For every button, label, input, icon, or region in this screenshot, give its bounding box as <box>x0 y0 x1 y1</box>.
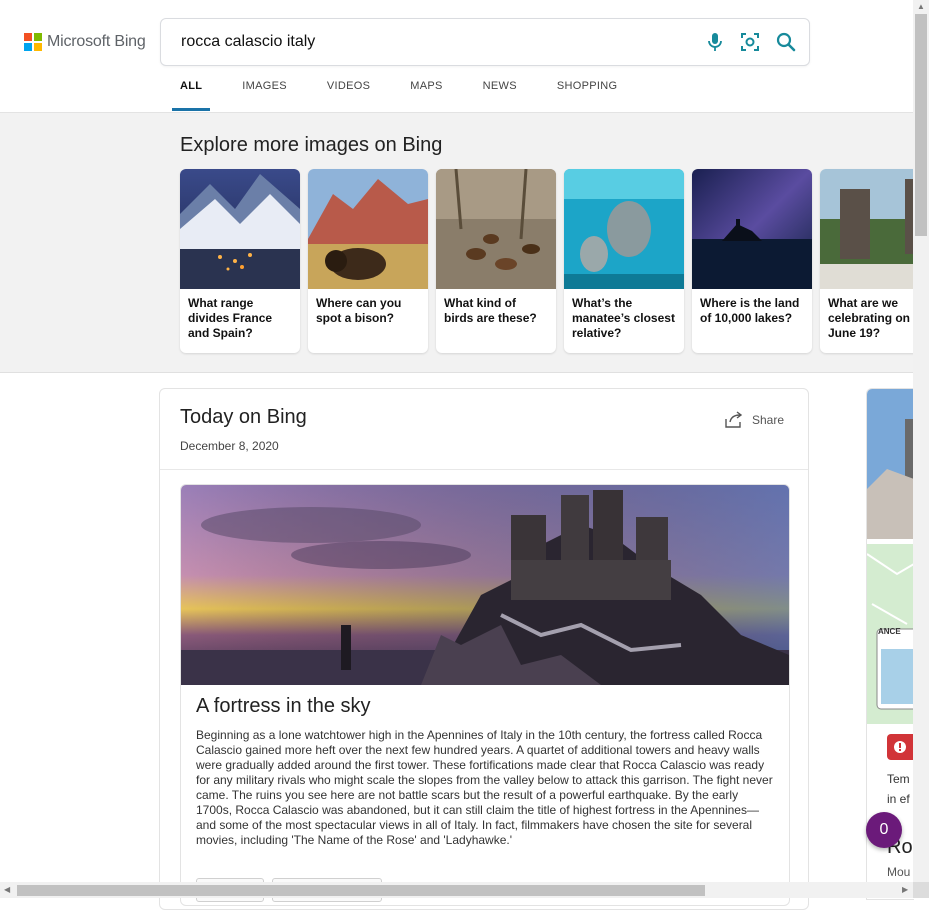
explore-card-label: Where can you spot a bison? <box>316 296 402 325</box>
mountain-village-image <box>180 169 300 289</box>
horizontal-scroll-thumb[interactable] <box>17 885 705 896</box>
search-input[interactable] <box>181 31 681 53</box>
alert-text: Tem <box>887 772 910 786</box>
explore-title: Explore more images on Bing <box>180 134 443 156</box>
logo-text: Microsoft Bing <box>47 33 146 50</box>
explore-card-label: What are we celebrating on June 19? <box>828 296 911 340</box>
share-icon <box>725 411 743 428</box>
scroll-up-icon[interactable]: ▲ <box>917 2 925 11</box>
bison-image <box>308 169 428 289</box>
today-on-bing-card: Today on Bing December 8, 2020 Share A f… <box>159 388 809 910</box>
map-label: ANCE <box>878 627 901 636</box>
tab-videos[interactable]: VIDEOS <box>327 80 370 110</box>
alert-text: in ef <box>887 792 910 806</box>
today-date: December 8, 2020 <box>180 439 279 453</box>
tab-images[interactable]: IMAGES <box>242 80 287 110</box>
explore-card[interactable]: What are we celebrating on June 19? <box>820 169 913 353</box>
share-button[interactable]: Share <box>724 411 784 429</box>
explore-card-label: Where is the land of 10,000 lakes? <box>700 296 800 325</box>
vertical-scroll-thumb[interactable] <box>915 14 927 236</box>
search-icon[interactable] <box>774 30 798 54</box>
vertical-scrollbar[interactable]: ▲ <box>913 0 929 882</box>
explore-card[interactable]: What range divides France and Spain? <box>180 169 300 353</box>
explore-section: Explore more images on Bing What range d… <box>0 113 913 373</box>
rocca-calascio-photo <box>181 485 789 685</box>
divider <box>160 469 808 470</box>
search-box <box>160 18 810 66</box>
article-body: Beginning as a lone watchtower high in t… <box>196 728 773 847</box>
horizontal-scrollbar[interactable]: ◀ ▶ <box>0 882 913 898</box>
alert-badge <box>887 734 913 760</box>
explore-card[interactable]: Where is the land of 10,000 lakes? <box>692 169 812 353</box>
explore-card[interactable]: What kind of birds are these? <box>436 169 556 353</box>
tab-all[interactable]: ALL <box>171 80 211 111</box>
header: Microsoft Bing ALL IMAGES VIDEOS <box>0 0 913 113</box>
share-label: Share <box>751 413 784 427</box>
today-title: Today on Bing <box>180 406 307 428</box>
visual-search-icon[interactable] <box>738 30 762 54</box>
explore-card[interactable]: Where can you spot a bison? <box>308 169 428 353</box>
tab-maps[interactable]: MAPS <box>410 80 442 110</box>
bing-logo[interactable]: Microsoft Bing <box>24 33 146 51</box>
explore-card-label: What’s the manatee’s closest relative? <box>572 296 675 340</box>
explore-card[interactable]: What’s the manatee’s closest relative? <box>564 169 684 353</box>
explore-cards: What range divides France and Spain? Whe… <box>180 169 913 353</box>
featured-story-card[interactable]: A fortress in the sky Beginning as a lon… <box>180 484 790 906</box>
scroll-right-icon[interactable]: ▶ <box>902 885 908 894</box>
microphone-icon[interactable] <box>703 30 727 54</box>
alert-icon <box>894 741 906 753</box>
explore-card-label: What kind of birds are these? <box>444 296 537 325</box>
tab-shopping[interactable]: SHOPPING <box>557 80 617 110</box>
article-title[interactable]: A fortress in the sky <box>196 695 371 718</box>
manatee-image <box>564 169 684 289</box>
landscape-thumbnail <box>867 389 914 539</box>
tab-news[interactable]: NEWS <box>483 80 517 110</box>
explore-card-label: What range divides France and Spain? <box>188 296 273 340</box>
memorial-image <box>820 169 913 289</box>
entity-subtitle: Mou <box>887 865 911 879</box>
scope-tabs: ALL IMAGES VIDEOS MAPS NEWS SHOPPING <box>171 80 657 111</box>
scrollbar-corner <box>913 882 929 898</box>
rewards-badge[interactable]: 0 <box>866 812 902 848</box>
scroll-left-icon[interactable]: ◀ <box>4 885 10 894</box>
lake-night-image <box>692 169 812 289</box>
birds-image <box>436 169 556 289</box>
microsoft-logo-icon <box>24 33 42 51</box>
